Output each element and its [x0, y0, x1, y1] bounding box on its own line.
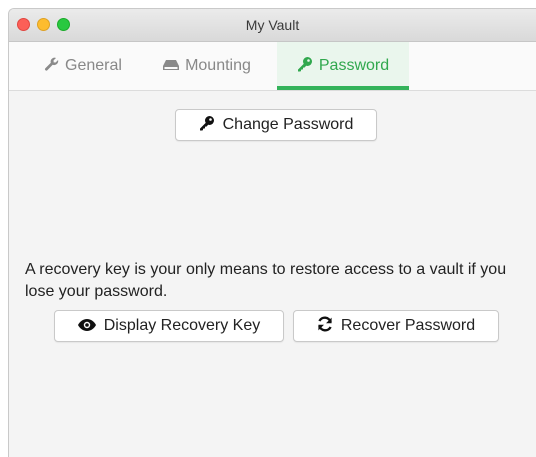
recover-password-label: Recover Password — [340, 317, 476, 334]
tab-bar: General Mounting Password — [9, 42, 536, 91]
tab-mounting-label: Mounting — [185, 57, 251, 74]
tab-mounting[interactable]: Mounting — [151, 42, 263, 90]
eye-icon — [77, 318, 96, 332]
display-recovery-key-button[interactable]: Display Recovery Key — [54, 310, 284, 342]
recovery-info-text: A recovery key is your only means to res… — [25, 261, 507, 300]
refresh-icon — [317, 316, 333, 332]
password-pane: Change Password A recovery key is your o… — [9, 91, 536, 457]
title-bar[interactable]: My Vault — [9, 9, 536, 42]
tab-password-label: Password — [318, 57, 390, 74]
recover-password-button[interactable]: Recover Password — [293, 310, 499, 342]
tab-general[interactable]: General — [33, 42, 133, 90]
wrench-icon — [44, 57, 59, 72]
change-password-label: Change Password — [222, 116, 354, 133]
change-password-button[interactable]: Change Password — [175, 109, 377, 141]
display-recovery-key-label: Display Recovery Key — [103, 317, 261, 334]
tab-general-label: General — [65, 57, 122, 74]
key-icon — [199, 115, 215, 131]
key-icon — [297, 56, 313, 72]
tab-password[interactable]: Password — [277, 42, 409, 90]
drive-icon — [163, 58, 180, 72]
window-title: My Vault — [245, 17, 300, 33]
vault-window: My Vault General Mounting Password Chang… — [8, 8, 536, 457]
